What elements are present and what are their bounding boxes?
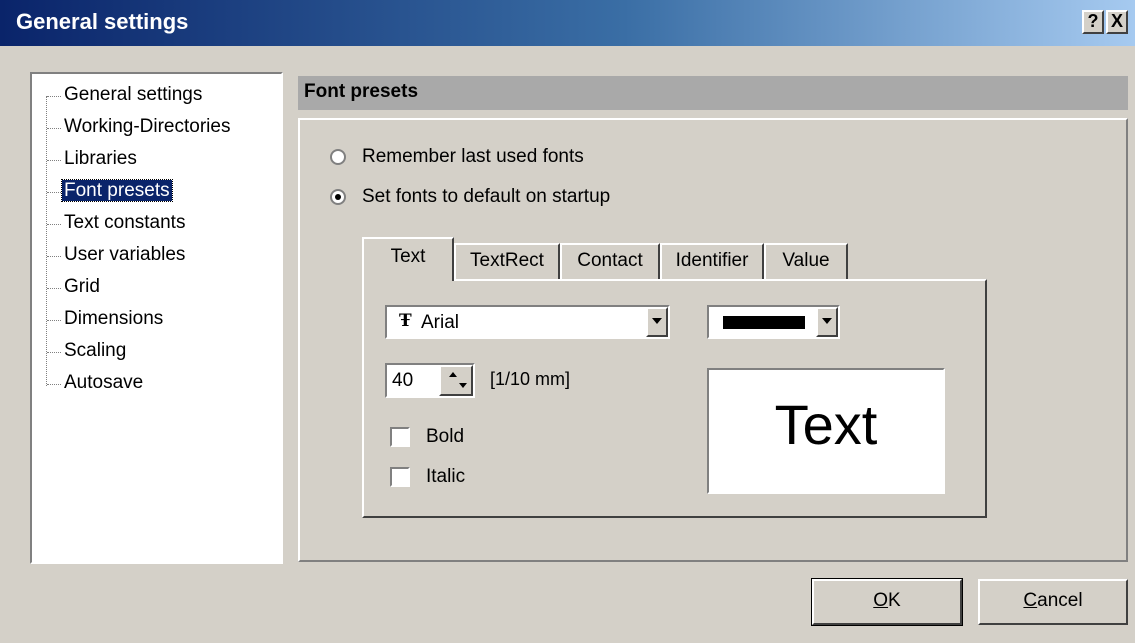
- font-size-value[interactable]: 40: [392, 370, 413, 392]
- tree-item-autosave[interactable]: Autosave: [64, 372, 143, 400]
- tab-text[interactable]: Text: [362, 237, 454, 281]
- tab-contact[interactable]: Contact: [560, 243, 660, 279]
- font-preview: Text: [707, 368, 945, 494]
- tree-item-font-presets[interactable]: Font presets: [61, 179, 173, 208]
- panel-header: Font presets: [298, 76, 1128, 110]
- tree-tick: [47, 128, 61, 129]
- default-fonts-label: Set fonts to default on startup: [362, 186, 611, 207]
- window-title: General settings: [16, 9, 189, 34]
- tree-tick: [47, 352, 61, 353]
- tree-tick: [47, 160, 61, 161]
- settings-tree[interactable]: General settings Working-Directories Lib…: [30, 72, 283, 564]
- italic-label: Italic: [426, 466, 466, 487]
- truetype-font-icon: Ŧ: [399, 311, 412, 331]
- font-select[interactable]: Ŧ Arial: [385, 305, 670, 339]
- bold-checkbox[interactable]: [390, 427, 410, 447]
- tree-item-libraries[interactable]: Libraries: [64, 148, 137, 176]
- font-dropdown-button[interactable]: [646, 307, 668, 337]
- tree-item-scaling[interactable]: Scaling: [64, 340, 126, 368]
- tab-value[interactable]: Value: [764, 243, 848, 279]
- panel-title: Font presets: [304, 81, 419, 102]
- spinner-buttons[interactable]: [439, 365, 473, 396]
- close-button[interactable]: X: [1106, 10, 1128, 34]
- tree-tick: [47, 96, 61, 97]
- color-dropdown-button[interactable]: [816, 307, 838, 337]
- spin-down-icon[interactable]: [459, 383, 467, 388]
- help-button[interactable]: ?: [1082, 10, 1104, 34]
- tree-tick: [47, 320, 61, 321]
- remember-fonts-radio[interactable]: [330, 149, 346, 165]
- tree-tick: [47, 384, 61, 385]
- remember-fonts-label: Remember last used fonts: [362, 146, 584, 167]
- tree-item-user-variables[interactable]: User variables: [64, 244, 185, 272]
- bold-label: Bold: [426, 426, 465, 447]
- ok-button[interactable]: OK: [811, 578, 963, 626]
- settings-dialog: General settings ? X General settings Wo…: [0, 0, 1135, 643]
- tree-item-dimensions[interactable]: Dimensions: [64, 308, 163, 336]
- font-size-spinner[interactable]: 40: [385, 363, 475, 398]
- tree-tick: [47, 256, 61, 257]
- font-size-unit: [1/10 mm]: [490, 369, 571, 389]
- default-fonts-radio[interactable]: [330, 189, 346, 205]
- tab-textrect[interactable]: TextRect: [454, 243, 560, 279]
- tree-item-working-directories[interactable]: Working-Directories: [64, 116, 230, 144]
- font-select-value: Arial: [421, 312, 460, 333]
- tree-tick: [47, 288, 61, 289]
- preview-text: Text: [774, 393, 878, 456]
- color-swatch: [723, 316, 805, 329]
- tree-tick: [47, 192, 61, 193]
- tree-item-grid[interactable]: Grid: [64, 276, 100, 304]
- color-select[interactable]: [707, 305, 840, 339]
- spin-up-icon[interactable]: [449, 372, 457, 377]
- tree-connector-line: [46, 96, 48, 386]
- title-bar[interactable]: General settings ? X: [0, 0, 1135, 46]
- tree-tick: [47, 224, 61, 225]
- tree-item-text-constants[interactable]: Text constants: [64, 212, 185, 240]
- tree-item-general-settings[interactable]: General settings: [64, 84, 202, 112]
- cancel-button[interactable]: Cancel: [978, 579, 1128, 625]
- tab-identifier[interactable]: Identifier: [660, 243, 764, 279]
- italic-checkbox[interactable]: [390, 467, 410, 487]
